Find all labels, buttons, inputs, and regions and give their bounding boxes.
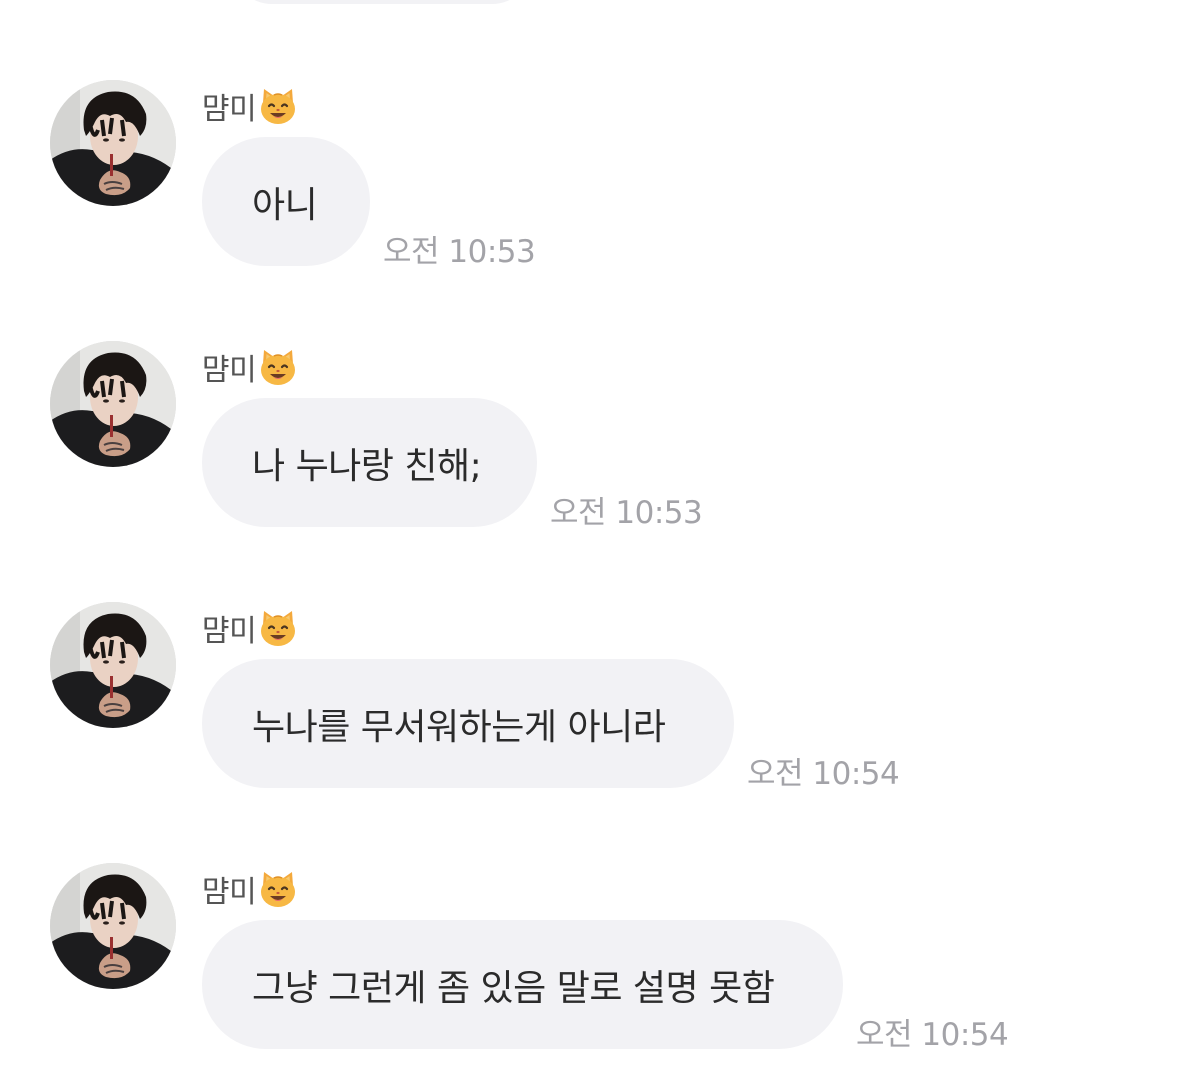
sender-name: 먐미	[202, 614, 257, 649]
avatar-photo	[50, 863, 176, 989]
message-text: 나 누나랑 친해;	[252, 445, 482, 487]
message-time: 오전 10:54	[856, 1017, 1009, 1053]
sender-avatar[interactable]	[50, 863, 176, 989]
sender-name: 먐미	[202, 875, 257, 910]
avatar-photo	[50, 341, 176, 467]
message-bubble[interactable]: 나 누나랑 친해;	[202, 398, 537, 527]
message-row: 먐미 아니 오전 10:53	[0, 80, 1200, 310]
sender-label: 먐미	[202, 86, 298, 127]
cat-smiling-icon	[258, 608, 298, 648]
message-text: 그냥 그런게 좀 있음 말로 설명 못함	[252, 967, 775, 1009]
sender-avatar[interactable]	[50, 80, 176, 206]
chat-thread: 먐미 아니 오전 10:53 먐미 나 누나랑 친해; 오전 10:53 먐미	[0, 0, 1200, 1080]
message-bubble[interactable]: 그냥 그런게 좀 있음 말로 설명 못함	[202, 920, 843, 1049]
previous-message-bubble	[232, 0, 532, 4]
cat-smiling-icon	[258, 869, 298, 909]
message-time: 오전 10:54	[747, 756, 900, 792]
sender-name: 먐미	[202, 353, 257, 388]
sender-label: 먐미	[202, 347, 298, 388]
message-text: 누나를 무서워하는게 아니라	[252, 706, 666, 748]
message-time: 오전 10:53	[383, 234, 536, 270]
sender-label: 먐미	[202, 869, 298, 910]
message-text: 아니	[252, 184, 318, 226]
avatar-photo	[50, 80, 176, 206]
message-time: 오전 10:53	[550, 495, 703, 531]
sender-avatar[interactable]	[50, 341, 176, 467]
cat-smiling-icon	[258, 347, 298, 387]
message-bubble[interactable]: 누나를 무서워하는게 아니라	[202, 659, 734, 788]
cat-smiling-icon	[258, 86, 298, 126]
avatar-photo	[50, 602, 176, 728]
sender-avatar[interactable]	[50, 602, 176, 728]
sender-label: 먐미	[202, 608, 298, 649]
message-bubble[interactable]: 아니	[202, 137, 370, 266]
message-row: 먐미 누나를 무서워하는게 아니라 오전 10:54	[0, 602, 1200, 832]
message-row: 먐미 나 누나랑 친해; 오전 10:53	[0, 341, 1200, 571]
sender-name: 먐미	[202, 92, 257, 127]
message-row: 먐미 그냥 그런게 좀 있음 말로 설명 못함 오전 10:54	[0, 863, 1200, 1080]
